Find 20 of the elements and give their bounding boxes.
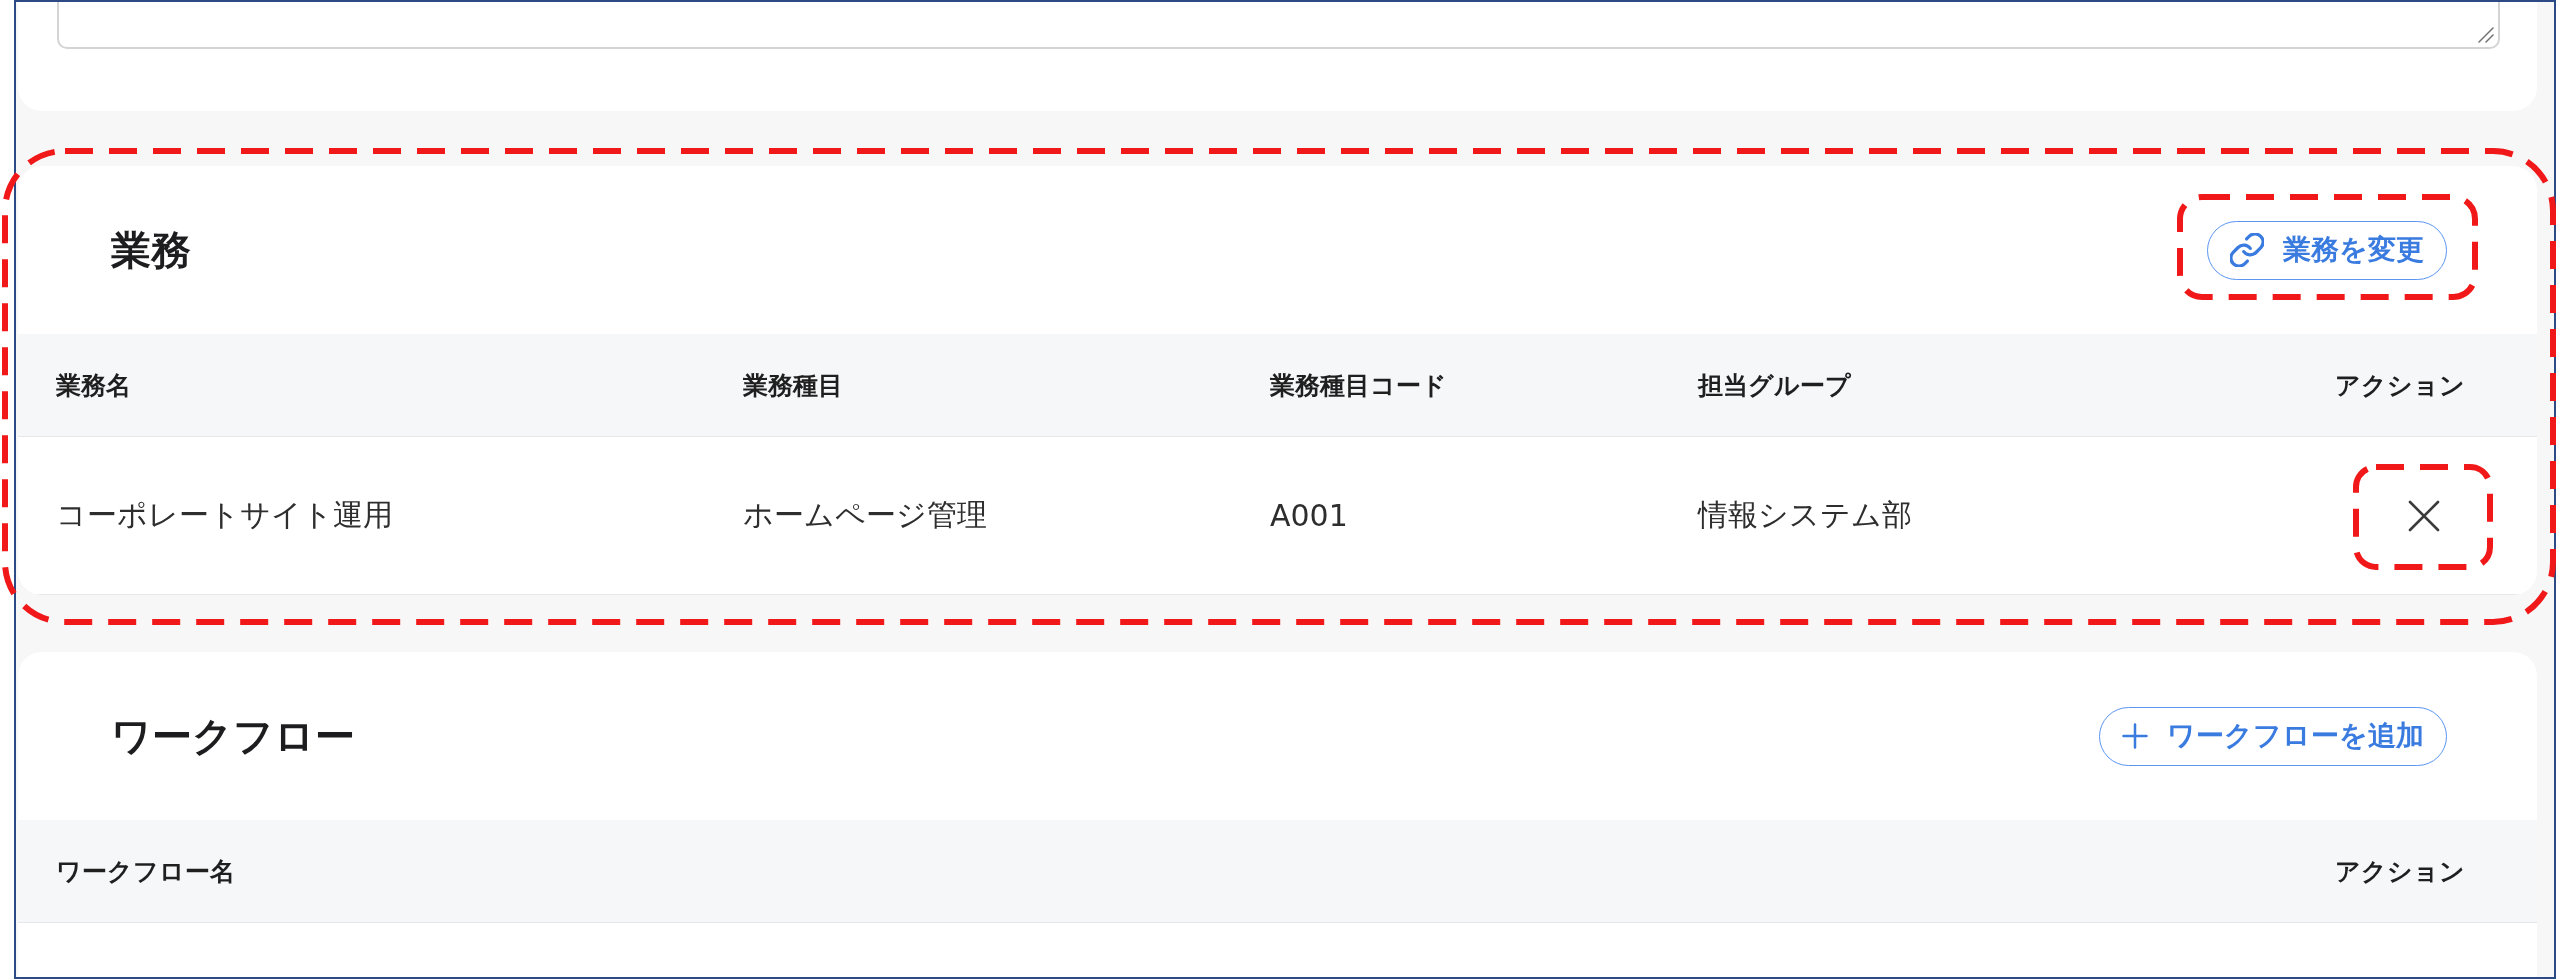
plus-icon [2122,723,2148,749]
textarea-field[interactable] [57,2,2500,49]
add-button[interactable]: ワークフローを追加 [2099,706,2447,766]
table-cell-text: A001 [1270,498,1349,533]
table-header-cell-text: 業務種目 [743,369,843,402]
table-header-cell-text: 業務種目コード [1270,369,1447,402]
close-icon [2408,499,2440,532]
table-header-cell-text: 担当グループ [1698,369,1851,402]
link-icon [2230,233,2264,267]
table-cell-text: ホームページ管理 [743,496,988,534]
table-cell-text: コーポレートサイト運用 [56,496,394,534]
table-header-cell-text: アクション [2335,855,2466,888]
change-button[interactable]: 業務を変更 [2207,220,2447,280]
resize-grip-icon[interactable] [2478,27,2494,43]
table-header-cell-text: アクション [2335,369,2466,402]
table-header-cell-text: 業務名 [56,369,131,402]
section-title: ワークフロー [111,711,355,761]
table-header-cell-text: ワークフロー名 [56,855,235,888]
section-title: 業務 [111,225,191,275]
table-cell-text: 情報システム部 [1698,496,1913,534]
